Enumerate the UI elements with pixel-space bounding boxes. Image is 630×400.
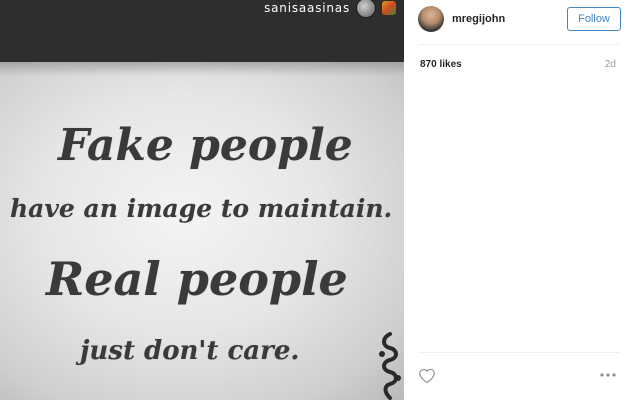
heart-icon[interactable] (418, 368, 436, 384)
quote-line-4: just don't care. (80, 336, 300, 366)
more-options-icon[interactable] (598, 369, 618, 381)
post-image[interactable]: sanisaasinas Fake people have an image t… (0, 0, 404, 400)
actions-divider (418, 352, 620, 353)
post-header: mregijohn Follow (418, 4, 624, 34)
avatar[interactable] (418, 6, 444, 32)
post-username[interactable]: mregijohn (452, 13, 505, 25)
post-side-panel: mregijohn Follow 870 likes 2d (404, 0, 630, 400)
image-top-bar: sanisaasinas (0, 0, 404, 62)
quote-line-3: Real people (46, 252, 348, 306)
image-overlay-user: sanisaasinas (264, 0, 396, 18)
ornament-icon (379, 332, 401, 400)
follow-button[interactable]: Follow (567, 7, 621, 31)
post-time[interactable]: 2d (605, 59, 616, 70)
header-divider (418, 44, 620, 45)
quote-line-2: have an image to maintain. (10, 194, 393, 223)
overlay-badge-icon (382, 1, 396, 15)
overlay-avatar (356, 0, 376, 18)
overlay-username: sanisaasinas (264, 1, 350, 15)
quote-line-1: Fake people (58, 120, 353, 171)
likes-count[interactable]: 870 likes (420, 59, 462, 70)
